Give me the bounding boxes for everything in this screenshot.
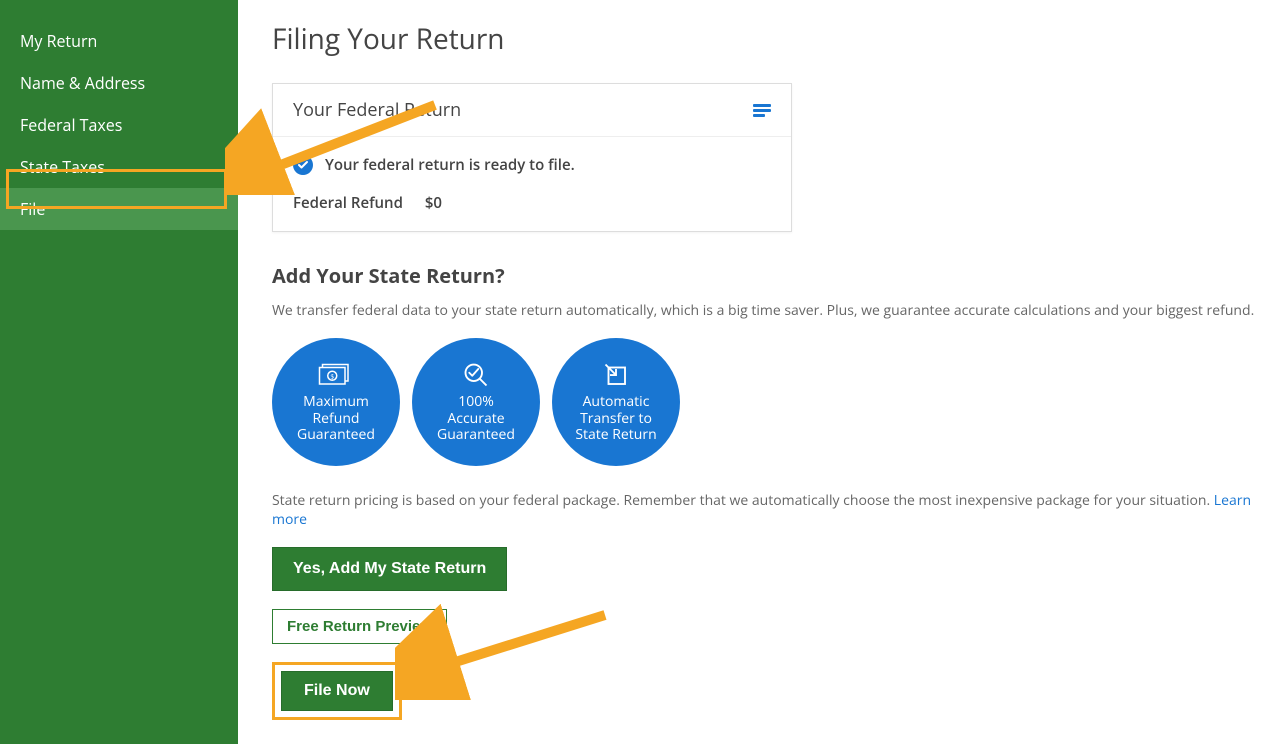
card-title: Your Federal Return xyxy=(293,98,461,122)
svg-text:$: $ xyxy=(330,372,334,381)
file-now-button[interactable]: File Now xyxy=(281,671,393,711)
main-content: Filing Your Return Your Federal Return Y… xyxy=(272,20,1264,720)
pricing-note-text: State return pricing is based on your fe… xyxy=(272,491,1214,510)
sidebar-item-file[interactable]: File xyxy=(0,188,238,230)
badge-accurate: 100% Accurate Guaranteed xyxy=(412,338,540,466)
badge-line: State Return xyxy=(575,427,656,444)
annotation-highlight-file-now: File Now xyxy=(272,662,402,720)
status-row: Your federal return is ready to file. xyxy=(293,155,771,175)
card-body: Your federal return is ready to file. Fe… xyxy=(273,137,791,231)
sidebar-item-state-taxes[interactable]: State Taxes xyxy=(0,146,238,188)
federal-return-card: Your Federal Return Your federal return … xyxy=(272,83,792,232)
badge-line: Guaranteed xyxy=(437,427,515,444)
free-return-preview-button[interactable]: Free Return Preview xyxy=(272,609,447,644)
refund-row: Federal Refund $0 xyxy=(293,193,771,213)
refund-value: $0 xyxy=(425,193,442,213)
badge-auto-transfer: Automatic Transfer to State Return xyxy=(552,338,680,466)
sidebar-item-my-return[interactable]: My Return xyxy=(0,20,238,62)
state-heading: Add Your State Return? xyxy=(272,262,1264,289)
pricing-note: State return pricing is based on your fe… xyxy=(272,491,1264,529)
state-description: We transfer federal data to your state r… xyxy=(272,301,1264,320)
sidebar: My Return Name & Address Federal Taxes S… xyxy=(0,0,238,744)
sidebar-item-name-address[interactable]: Name & Address xyxy=(0,62,238,104)
badges-row: $ Maximum Refund Guaranteed 100% Accurat… xyxy=(272,338,1264,466)
add-state-return-button[interactable]: Yes, Add My State Return xyxy=(272,547,507,591)
checkmark-icon xyxy=(293,155,313,175)
accuracy-icon xyxy=(458,360,494,390)
money-icon: $ xyxy=(318,360,354,390)
card-menu-icon[interactable] xyxy=(753,104,771,117)
federal-status-text: Your federal return is ready to file. xyxy=(325,155,575,175)
badge-max-refund: $ Maximum Refund Guaranteed xyxy=(272,338,400,466)
badge-line: Guaranteed xyxy=(297,427,375,444)
sidebar-item-federal-taxes[interactable]: Federal Taxes xyxy=(0,104,238,146)
refund-label: Federal Refund xyxy=(293,193,403,213)
card-header: Your Federal Return xyxy=(273,84,791,137)
transfer-icon xyxy=(598,360,634,390)
page-title: Filing Your Return xyxy=(272,20,1264,58)
